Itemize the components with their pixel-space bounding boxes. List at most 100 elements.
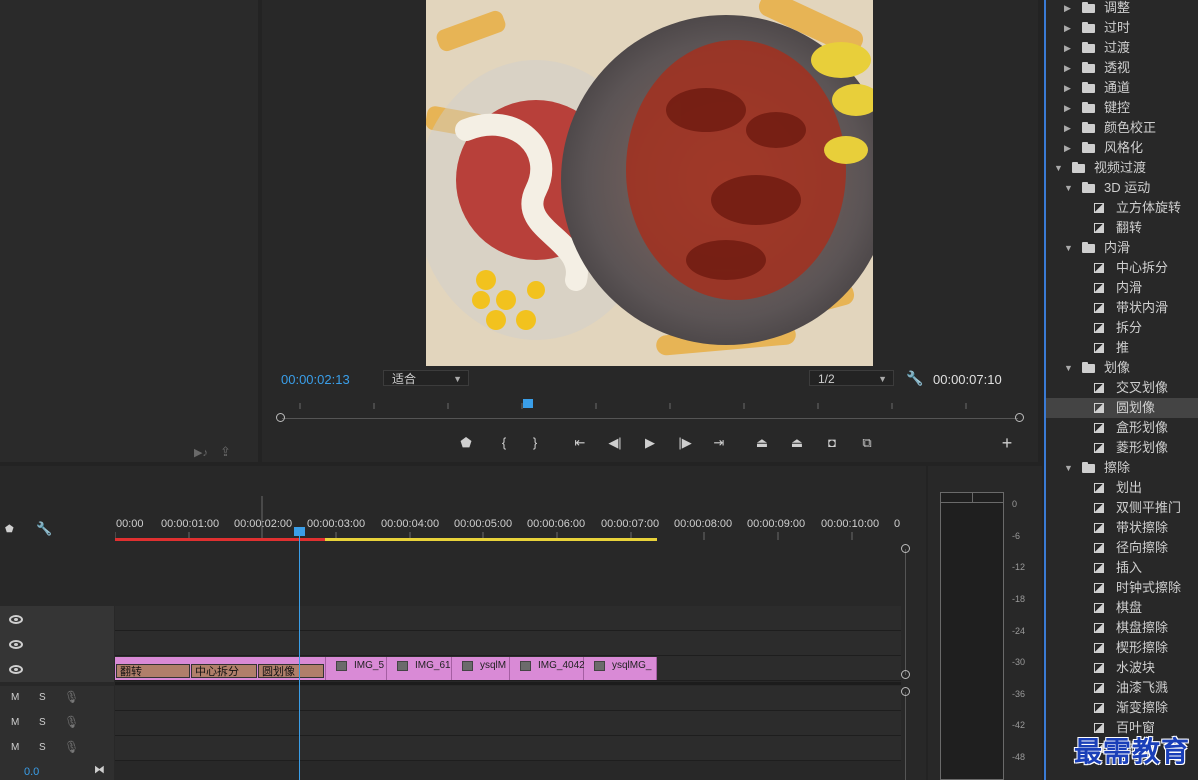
eye-icon[interactable]: [9, 640, 23, 649]
effect-item[interactable]: 双侧平推门: [1046, 498, 1198, 518]
timeline-settings-wrench-icon[interactable]: 🔧: [36, 521, 52, 537]
effect-item[interactable]: 油漆飞溅: [1046, 678, 1198, 698]
time-ruler-mini[interactable]: [276, 400, 1024, 410]
effect-item[interactable]: 径向擦除: [1046, 538, 1198, 558]
effect-item[interactable]: 拆分: [1046, 318, 1198, 338]
go-to-in-icon[interactable]: ⇤: [569, 434, 591, 452]
effect-item[interactable]: 带状内滑: [1046, 298, 1198, 318]
solo-button[interactable]: S: [39, 742, 46, 753]
chevron-right-icon[interactable]: ▶: [1064, 98, 1071, 118]
marker-icon[interactable]: ⬟: [5, 524, 14, 535]
microphone-icon[interactable]: 🎙: [64, 715, 79, 729]
chevron-right-icon[interactable]: ▶: [1064, 78, 1071, 98]
effects-folder-item[interactable]: ▶ 通道: [1046, 78, 1198, 98]
mark-out-icon[interactable]: }: [524, 434, 546, 452]
eye-icon[interactable]: [9, 665, 23, 674]
effect-item[interactable]: 内滑: [1046, 278, 1198, 298]
eye-icon[interactable]: [9, 615, 23, 624]
effect-item[interactable]: 楔形擦除: [1046, 638, 1198, 658]
scroll-handle-right[interactable]: [1015, 413, 1024, 422]
scroll-handle-top[interactable]: [901, 544, 910, 553]
add-button-icon[interactable]: +: [996, 434, 1018, 452]
effect-item[interactable]: 时钟式擦除: [1046, 578, 1198, 598]
zoom-scrollbar[interactable]: [282, 418, 1018, 419]
playhead-marker-mini[interactable]: [523, 399, 533, 408]
transition-flip[interactable]: 翻转: [116, 664, 190, 678]
effects-folder-item[interactable]: ▶ 过时: [1046, 18, 1198, 38]
effect-item[interactable]: 棋盘擦除: [1046, 618, 1198, 638]
chevron-right-icon[interactable]: ▶: [1064, 58, 1071, 78]
effects-folder-item[interactable]: ▼ 划像: [1046, 358, 1198, 378]
effects-folder-item[interactable]: ▼ 内滑: [1046, 238, 1198, 258]
video-track-v3[interactable]: [115, 606, 901, 631]
effect-item[interactable]: 渐变擦除: [1046, 698, 1198, 718]
microphone-icon[interactable]: 🎙: [64, 740, 79, 754]
go-to-end-icon[interactable]: ⧓: [94, 763, 105, 776]
audio-track-a3[interactable]: [115, 736, 901, 761]
comparison-view-icon[interactable]: ⧉: [856, 434, 878, 452]
effect-item[interactable]: 推: [1046, 338, 1198, 358]
effect-item[interactable]: 中心拆分: [1046, 258, 1198, 278]
chevron-right-icon[interactable]: ▶: [1064, 38, 1071, 58]
go-to-out-icon[interactable]: ⇥: [708, 434, 730, 452]
chevron-right-icon[interactable]: ▶: [1064, 118, 1071, 138]
chevron-down-icon[interactable]: ▼: [1064, 238, 1073, 258]
step-back-icon[interactable]: ◀|: [604, 434, 626, 452]
effect-item[interactable]: 立方体旋转: [1046, 198, 1198, 218]
effects-folder-item[interactable]: ▼ 3D 运动: [1046, 178, 1198, 198]
chevron-right-icon[interactable]: ▶: [1064, 18, 1071, 38]
effect-item[interactable]: 水波块: [1046, 658, 1198, 678]
playhead-handle[interactable]: [294, 527, 305, 536]
solo-button[interactable]: S: [39, 692, 46, 703]
scroll-handle-left[interactable]: [276, 413, 285, 422]
effect-item[interactable]: 圆划像: [1046, 398, 1198, 418]
effect-item[interactable]: 交叉划像: [1046, 378, 1198, 398]
effect-item[interactable]: 盒形划像: [1046, 418, 1198, 438]
mute-button[interactable]: M: [11, 717, 19, 728]
chevron-down-icon[interactable]: ▼: [1064, 178, 1073, 198]
effects-folder-item[interactable]: ▶ 透视: [1046, 58, 1198, 78]
effect-item[interactable]: 菱形划像: [1046, 438, 1198, 458]
transition-center-split[interactable]: 中心拆分: [191, 664, 257, 678]
add-marker-icon[interactable]: ⬟: [455, 434, 477, 452]
video-clip[interactable]: ysqlMG_: [584, 657, 657, 680]
effect-item[interactable]: 划出: [1046, 478, 1198, 498]
effect-item[interactable]: 插入: [1046, 558, 1198, 578]
effects-folder-item[interactable]: ▶ 风格化: [1046, 138, 1198, 158]
extract-icon[interactable]: ⏏: [786, 434, 808, 452]
audio-track-a1[interactable]: [115, 686, 901, 711]
microphone-icon[interactable]: 🎙: [64, 690, 79, 704]
effects-folder-item[interactable]: ▶ 过渡: [1046, 38, 1198, 58]
video-clip[interactable]: ysqlM: [452, 657, 510, 680]
current-timecode[interactable]: 00:00:02:13: [281, 372, 350, 387]
chevron-right-icon[interactable]: ▶: [1064, 0, 1071, 18]
resolution-dropdown[interactable]: 1/2 ▼: [809, 370, 894, 386]
chevron-right-icon[interactable]: ▶: [1064, 138, 1071, 158]
transition-circle-wipe[interactable]: 圆划像: [258, 664, 324, 678]
chevron-down-icon[interactable]: ▼: [1054, 158, 1063, 178]
settings-wrench-icon[interactable]: 🔧: [906, 370, 923, 387]
step-forward-icon[interactable]: |▶: [674, 434, 696, 452]
video-track-v2[interactable]: [115, 631, 901, 656]
effects-folder-item[interactable]: ▼ 擦除: [1046, 458, 1198, 478]
scroll-handle-top[interactable]: [901, 687, 910, 696]
video-clip[interactable]: IMG_4042: [510, 657, 585, 680]
effects-folder-item[interactable]: ▼ 视频过渡: [1046, 158, 1198, 178]
lift-icon[interactable]: ⏏: [751, 434, 773, 452]
effects-folder-item[interactable]: ▶ 颜色校正: [1046, 118, 1198, 138]
play-icon[interactable]: ▶: [639, 434, 661, 452]
mute-button[interactable]: M: [11, 692, 19, 703]
mute-button[interactable]: M: [11, 742, 19, 753]
video-clip[interactable]: IMG_61: [387, 657, 452, 680]
effects-folder-item[interactable]: ▶ 调整: [1046, 0, 1198, 18]
video-clip[interactable]: IMG_5: [326, 657, 387, 680]
scroll-handle-bottom[interactable]: [901, 670, 910, 679]
export-frame-camera-icon[interactable]: ◘: [821, 434, 843, 452]
fit-dropdown[interactable]: 适合 ▼: [383, 370, 469, 386]
export-frame-icon[interactable]: ⇪: [220, 444, 231, 460]
mark-in-icon[interactable]: {: [493, 434, 515, 452]
audio-track-a2[interactable]: [115, 711, 901, 736]
effect-item[interactable]: 翻转: [1046, 218, 1198, 238]
v-scrollbar-video[interactable]: [905, 549, 906, 675]
effect-item[interactable]: 带状擦除: [1046, 518, 1198, 538]
